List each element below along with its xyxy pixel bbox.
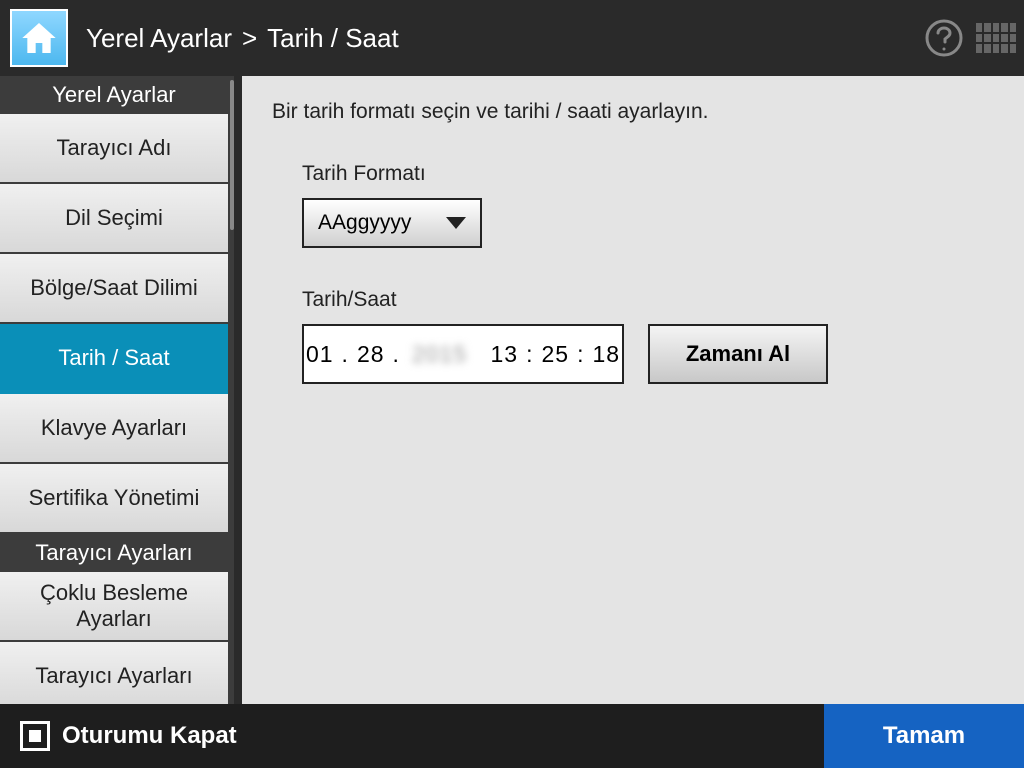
sidebar-item-label: Klavye Ayarları — [41, 415, 187, 441]
sidebar-item-label: Tarayıcı Ayarları — [35, 663, 192, 689]
help-icon — [924, 18, 964, 58]
breadcrumb-root: Yerel Ayarlar — [86, 23, 232, 54]
ok-button[interactable]: Tamam — [824, 704, 1024, 768]
get-time-button[interactable]: Zamanı Al — [648, 324, 828, 384]
time-second: 18 — [592, 341, 620, 368]
breadcrumb: Yerel Ayarlar > Tarih / Saat — [86, 23, 399, 54]
help-button[interactable] — [920, 14, 968, 62]
home-button[interactable] — [10, 9, 68, 67]
sidebar-section-header-local: Yerel Ayarlar — [0, 76, 228, 114]
sidebar-item-keyboard[interactable]: Klavye Ayarları — [0, 394, 228, 464]
keyboard-button[interactable] — [972, 14, 1020, 62]
logout-button[interactable]: Oturumu Kapat — [0, 704, 257, 768]
time-hour: 13 — [490, 341, 518, 368]
date-time-label: Tarih/Saat — [302, 288, 994, 312]
sidebar-item-certificate[interactable]: Sertifika Yönetimi — [0, 464, 228, 534]
breadcrumb-leaf: Tarih / Saat — [267, 23, 399, 54]
logout-label: Oturumu Kapat — [62, 722, 237, 750]
date-month: 01 — [306, 341, 334, 368]
sidebar-item-scanner-settings[interactable]: Tarayıcı Ayarları — [0, 642, 228, 704]
sidebar-item-label: Sertifika Yönetimi — [29, 485, 200, 511]
main-panel: Bir tarih formatı seçin ve tarihi / saat… — [234, 76, 1024, 704]
sidebar-scrollbar[interactable] — [230, 80, 234, 230]
app-header: Yerel Ayarlar > Tarih / Saat — [0, 0, 1024, 76]
date-day: 28 — [357, 341, 385, 368]
sidebar-item-scanner-name[interactable]: Tarayıcı Adı — [0, 114, 228, 184]
sidebar-item-label: Çoklu Besleme — [40, 580, 188, 606]
sidebar: Yerel Ayarlar Tarayıcı Adı Dil Seçimi Bö… — [0, 76, 234, 704]
home-icon — [19, 18, 59, 58]
time-minute: 25 — [541, 341, 569, 368]
sidebar-item-label: Bölge/Saat Dilimi — [30, 275, 198, 301]
sidebar-item-label: Tarih / Saat — [58, 345, 169, 371]
breadcrumb-separator: > — [242, 23, 257, 54]
date-format-label: Tarih Formatı — [302, 162, 994, 186]
instruction-text: Bir tarih formatı seçin ve tarihi / saat… — [272, 100, 994, 124]
sidebar-item-date-time[interactable]: Tarih / Saat — [0, 324, 228, 394]
date-format-select[interactable]: AAggyyyy — [302, 198, 482, 248]
sidebar-item-language[interactable]: Dil Seçimi — [0, 184, 228, 254]
date-time-input[interactable]: 01 . 28 . 2015 13 : 25 : 18 — [302, 324, 624, 384]
sidebar-section-header-scanner: Tarayıcı Ayarları — [0, 534, 228, 572]
date-format-value: AAggyyyy — [318, 211, 411, 235]
date-year: 2015 — [408, 341, 471, 368]
ok-label: Tamam — [883, 722, 965, 750]
get-time-label: Zamanı Al — [686, 341, 790, 367]
sidebar-item-region-timezone[interactable]: Bölge/Saat Dilimi — [0, 254, 228, 324]
footer: Oturumu Kapat Tamam — [0, 704, 1024, 768]
sidebar-item-label: Ayarları — [76, 606, 151, 632]
logout-icon — [20, 721, 50, 751]
sidebar-item-multifeed[interactable]: Çoklu Besleme Ayarları — [0, 572, 228, 642]
chevron-down-icon — [446, 217, 466, 229]
sidebar-item-label: Tarayıcı Adı — [57, 135, 172, 161]
keyboard-icon — [976, 23, 1016, 53]
sidebar-item-label: Dil Seçimi — [65, 205, 163, 231]
